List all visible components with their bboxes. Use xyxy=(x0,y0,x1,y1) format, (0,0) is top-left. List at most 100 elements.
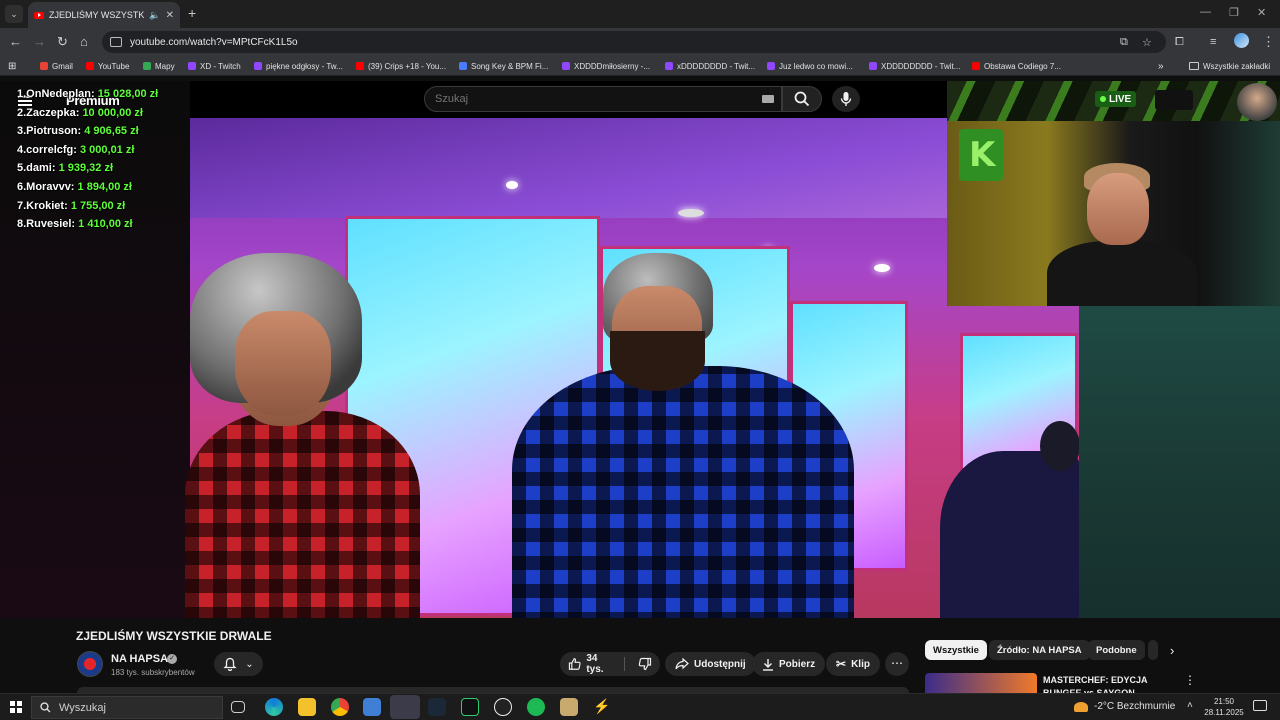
bookmark-item[interactable]: YouTube xyxy=(86,60,129,72)
like-count: 34 tys. xyxy=(586,653,604,675)
bookmark-star-icon[interactable]: ☆ xyxy=(1142,36,1152,49)
ceiling-light xyxy=(874,264,890,272)
youtube-icon xyxy=(86,62,94,70)
like-button[interactable]: 34 tys. xyxy=(560,653,625,675)
file-explorer-icon[interactable] xyxy=(298,698,316,716)
twitch-icon xyxy=(562,62,570,70)
edge-icon[interactable] xyxy=(265,698,283,716)
reload-icon[interactable]: ↻ xyxy=(57,34,68,50)
spotify-icon[interactable] xyxy=(527,698,545,716)
video-player[interactable]: LIVE xyxy=(0,81,1280,618)
steam-icon[interactable] xyxy=(428,698,446,716)
leaderboard-row: 2.Zaczepka: 10 000,00 zł xyxy=(17,106,143,119)
league-of-legends-icon[interactable] xyxy=(560,698,578,716)
search-button[interactable] xyxy=(782,86,822,112)
notification-bell-button[interactable]: ⌄ xyxy=(214,652,263,676)
dislike-button[interactable] xyxy=(630,657,660,671)
weather-widget[interactable]: -2°C Bezchmurnie xyxy=(1074,701,1175,712)
bookmark-item[interactable]: piękne odgłosy - Tw... xyxy=(254,60,343,72)
task-view-icon[interactable] xyxy=(231,701,245,713)
bookmarks-bar: ⊞ Gmail YouTube Mapy XD - Twitch piękne … xyxy=(0,56,1280,76)
bookmark-item[interactable]: Song Key & BPM Fi... xyxy=(459,60,548,72)
recommended-video-thumbnail[interactable] xyxy=(925,673,1037,693)
chip-related[interactable]: Podobne xyxy=(1088,640,1145,660)
channel-name[interactable]: NA HAPSA xyxy=(111,653,168,665)
bookmark-item[interactable]: Mapy xyxy=(143,60,175,72)
menu-kebab-icon[interactable]: ⋮ xyxy=(1262,34,1275,50)
profile-avatar-icon[interactable] xyxy=(1234,33,1249,48)
leaderboard-row: 7.Krokiet: 1 755,00 zł xyxy=(17,199,126,212)
home-icon[interactable]: ⌂ xyxy=(80,34,88,50)
ceiling-light xyxy=(678,209,704,217)
taskbar-search[interactable]: Wyszukaj xyxy=(31,696,223,719)
thumbs-down-icon xyxy=(638,657,652,671)
address-bar[interactable]: youtube.com/watch?v=MPtCFcK1L5o ⧉ ☆ xyxy=(102,31,1166,53)
recommended-menu-kebab-icon[interactable]: ⋮ xyxy=(1184,673,1196,687)
chevron-up-icon[interactable]: ˄ xyxy=(1187,700,1193,711)
bookmark-item[interactable]: Obstawa Codiego 7... xyxy=(972,60,1061,72)
bookmark-item[interactable]: XDDDDmiłosierny -... xyxy=(562,60,650,72)
clip-button[interactable]: ✂ Klip xyxy=(826,652,880,676)
keyboard-icon[interactable] xyxy=(762,95,774,103)
bookmark-item[interactable]: XDDDDDDDD - Twit... xyxy=(869,60,960,72)
music-icon xyxy=(459,62,467,70)
all-bookmarks-folder[interactable]: Wszystkie zakładki xyxy=(1189,60,1270,72)
mail-icon[interactable] xyxy=(363,698,381,716)
webcam-alert-widget xyxy=(1155,90,1193,110)
chevron-down-icon: ⌄ xyxy=(10,8,18,19)
live-dot-icon xyxy=(1100,96,1106,102)
site-info-icon[interactable] xyxy=(110,37,122,47)
media-controls-icon[interactable]: ≡ xyxy=(1210,34,1216,50)
tab-search-button[interactable]: ⌄ xyxy=(5,5,23,23)
like-dislike-group: 34 tys. xyxy=(560,652,660,676)
chevron-down-icon: ⌄ xyxy=(245,658,254,670)
taskbar-clock[interactable]: 21:50 28.11.2025 xyxy=(1202,696,1246,718)
chip-all[interactable]: Wszystkie xyxy=(925,640,987,660)
kick-logo-icon xyxy=(959,129,1003,181)
speaker-icon[interactable]: 🔈 xyxy=(149,10,160,21)
restore-icon[interactable]: ❐ xyxy=(1229,6,1239,19)
download-button[interactable]: Pobierz xyxy=(752,652,826,676)
extensions-icon[interactable]: ⧠ xyxy=(1175,34,1184,50)
chip-overflow[interactable] xyxy=(1148,640,1158,660)
leaderboard-row: 6.Moravvv: 1 894,00 zł xyxy=(17,180,132,193)
terminal-app-icon[interactable] xyxy=(461,698,479,716)
twitch-icon xyxy=(254,62,262,70)
close-window-icon[interactable]: ✕ xyxy=(1257,6,1266,19)
notification-icon[interactable] xyxy=(1253,700,1267,711)
back-arrow-icon[interactable]: ← xyxy=(9,34,22,50)
minimize-icon[interactable]: — xyxy=(1200,6,1211,18)
browser-tab-active[interactable]: ZJEDLIŚMY WSZYSTKIE DRWALE 🔈 ✕ xyxy=(28,2,180,28)
search-input-container[interactable] xyxy=(424,86,782,112)
more-actions-icon[interactable]: ⋯ xyxy=(885,652,909,676)
live-badge: LIVE xyxy=(1095,91,1137,107)
new-tab-button[interactable]: + xyxy=(188,5,196,21)
gmail-icon xyxy=(40,62,48,70)
leaderboard-row: 1.OnNedeplan: 15 028,00 zł xyxy=(17,88,159,100)
chip-from-channel[interactable]: Źródło: NA HAPSA xyxy=(989,640,1090,660)
valorant-icon[interactable]: ⚡ xyxy=(593,698,611,716)
more-bookmarks-icon[interactable]: » xyxy=(1158,60,1164,72)
recommended-video-title[interactable]: MASTERCHEF: EDYCJA BUNGEE vs SAYGON xyxy=(1043,674,1163,694)
obs-icon[interactable] xyxy=(494,698,512,716)
bookmark-item[interactable]: Gmail xyxy=(40,60,73,72)
share-button[interactable]: Udostępnij xyxy=(665,652,756,676)
search-input[interactable] xyxy=(435,93,735,105)
close-tab-icon[interactable]: ✕ xyxy=(166,10,174,21)
chrome-icon[interactable] xyxy=(331,698,349,716)
windows-start-icon[interactable] xyxy=(10,701,22,713)
bookmark-item[interactable]: XD - Twitch xyxy=(188,60,241,72)
bell-icon xyxy=(223,657,237,671)
channel-avatar[interactable] xyxy=(77,651,103,677)
cast-icon[interactable]: ⧉ xyxy=(1120,36,1128,49)
chevron-right-icon[interactable]: › xyxy=(1170,643,1174,658)
forward-arrow-icon[interactable]: → xyxy=(33,34,46,50)
microphone-icon xyxy=(840,92,852,106)
bookmark-item[interactable]: xDDDDDDDD - Twit... xyxy=(665,60,755,72)
discord-icon[interactable] xyxy=(390,695,420,719)
donation-leaderboard: 1.OnNedeplan: 15 028,00 zł 2.Zaczepka: 1… xyxy=(17,88,158,237)
voice-search-button[interactable] xyxy=(832,86,860,112)
bookmark-item[interactable]: (39) Crips +18 - You... xyxy=(356,60,446,72)
apps-grid-icon[interactable]: ⊞ xyxy=(8,60,16,72)
bookmark-item[interactable]: Juz ledwo co mowi... xyxy=(767,60,853,72)
